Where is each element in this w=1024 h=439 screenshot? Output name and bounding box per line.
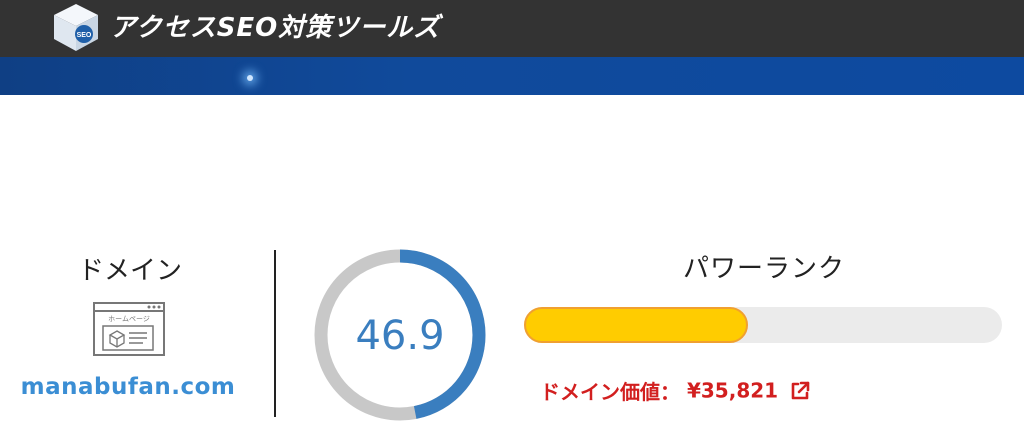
cube-logo-icon[interactable]: SEO bbox=[50, 1, 102, 53]
score-value: 46.9 bbox=[355, 313, 445, 359]
power-rank-bar bbox=[524, 307, 1002, 343]
domain-heading: ドメイン bbox=[77, 256, 182, 286]
power-rank-heading: パワーランク bbox=[682, 254, 845, 284]
external-link-icon[interactable] bbox=[789, 380, 811, 402]
homepage-icon: ホームページ bbox=[93, 302, 165, 356]
homepage-icon-label: ホームページ bbox=[108, 315, 150, 323]
banner-light-dot bbox=[247, 75, 253, 81]
domain-value-label: ドメイン価値： bbox=[540, 380, 680, 404]
domain-value-amount: ¥35,821 bbox=[686, 378, 779, 403]
power-rank-bar-fill bbox=[524, 307, 749, 343]
top-bar: SEO アクセスSEO対策ツールズ bbox=[0, 0, 1024, 57]
site-brand[interactable]: アクセスSEO対策ツールズ bbox=[110, 7, 440, 44]
logo-badge-text: SEO bbox=[77, 32, 92, 39]
domain-value-row[interactable]: ドメイン価値： ¥35,821 bbox=[540, 376, 811, 406]
hero-banner bbox=[0, 57, 1024, 95]
section-divider bbox=[274, 250, 276, 417]
domain-link[interactable]: manabufan.com bbox=[0, 374, 256, 400]
